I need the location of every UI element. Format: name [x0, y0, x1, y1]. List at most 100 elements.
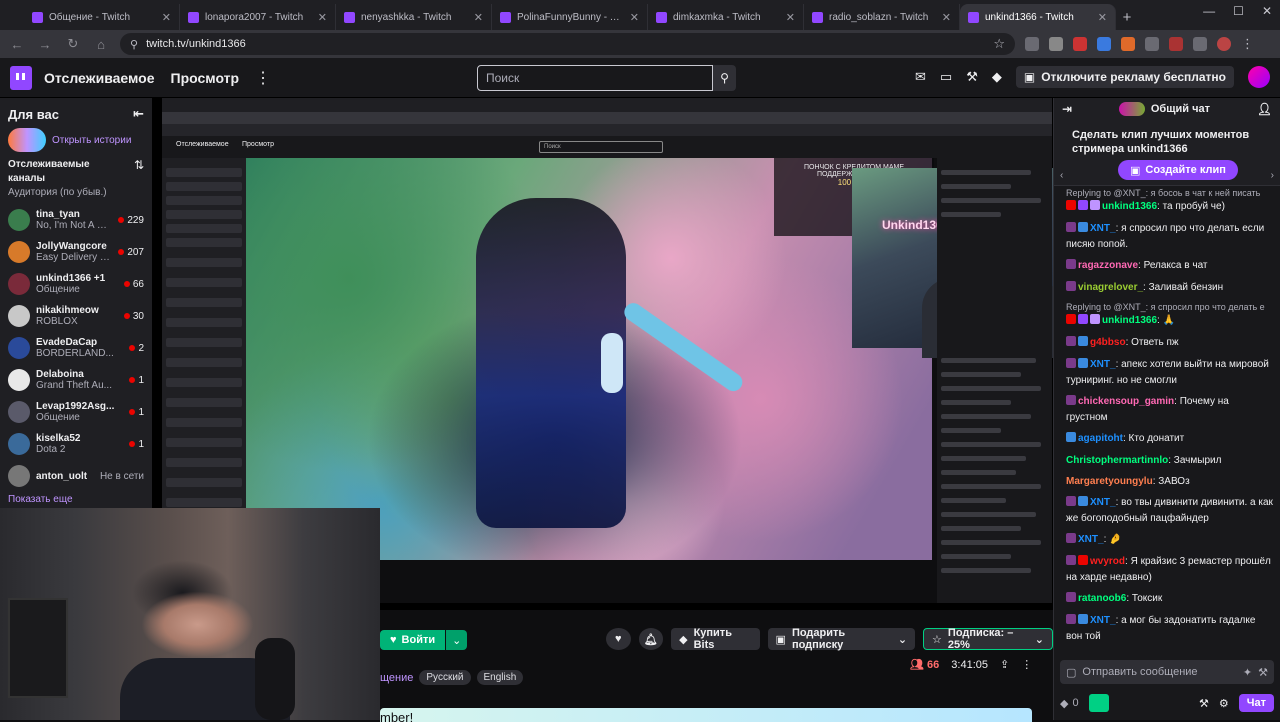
- chat-username[interactable]: agapitoht: [1078, 433, 1123, 444]
- close-tab-icon[interactable]: ✕: [162, 11, 171, 24]
- chat-username[interactable]: wvyrod: [1090, 556, 1125, 567]
- extension-icon[interactable]: [1049, 37, 1063, 51]
- sidebar-channel[interactable]: Levap1992Asg... Общение 1: [8, 396, 144, 428]
- chat-username[interactable]: unkind1366: [1102, 315, 1157, 326]
- extension-icon[interactable]: [1073, 37, 1087, 51]
- sort-icon[interactable]: ⇅: [134, 158, 144, 172]
- bookmark-star-icon[interactable]: ☆: [993, 36, 1005, 52]
- follow-button[interactable]: ♥ Войти: [380, 630, 446, 650]
- address-bar[interactable]: ⚲ twitch.tv/unkind1366 ☆: [120, 33, 1015, 55]
- sidebar-channel-offline[interactable]: anton_uolt Не в сети: [8, 460, 144, 492]
- sidebar-channel[interactable]: Delaboina Grand Theft Au... 1: [8, 364, 144, 396]
- browser-tab[interactable]: Общение - Twitch ✕: [24, 4, 180, 30]
- twitch-logo-icon[interactable]: [10, 65, 32, 90]
- create-clip-button[interactable]: ▣ Создайте клип: [1118, 160, 1238, 180]
- chat-username[interactable]: chickensoup_gamin: [1078, 396, 1174, 407]
- sidebar-channel[interactable]: JollyWangcore Easy Delivery C... 207: [8, 236, 144, 268]
- site-info-icon[interactable]: ⚲: [130, 38, 138, 51]
- chat-username[interactable]: Margaretyoungylu: [1066, 476, 1153, 487]
- drops-icon[interactable]: ⚒: [966, 69, 978, 85]
- extension-icon[interactable]: [1169, 37, 1183, 51]
- maximize-icon[interactable]: ☐: [1233, 4, 1244, 18]
- stories-link[interactable]: Открыть истории: [8, 128, 144, 152]
- subscribe-button[interactable]: ☆ Подписка: –25% ⌄: [923, 627, 1053, 651]
- forward-icon[interactable]: →: [36, 37, 54, 52]
- chat-username[interactable]: XNT_: [1078, 534, 1104, 545]
- browser-tab[interactable]: unkind1366 - Twitch ✕: [960, 4, 1116, 30]
- extension-icon[interactable]: [1025, 37, 1039, 51]
- user-avatar[interactable]: [1248, 66, 1270, 88]
- ad-free-button[interactable]: ▣ Отключите рекламу бесплатно: [1015, 66, 1234, 88]
- extension-icon[interactable]: [1121, 37, 1135, 51]
- buy-bits-button[interactable]: ◆ Купить Bits: [671, 627, 760, 651]
- sidebar-channel[interactable]: nikakihmeow ROBLOX 30: [8, 300, 144, 332]
- chat-settings-gear-icon[interactable]: ⚙: [1219, 697, 1229, 710]
- close-tab-icon[interactable]: ✕: [1098, 11, 1107, 24]
- more-menu-icon[interactable]: ⋮: [255, 68, 271, 88]
- channel-points[interactable]: ◆ 0: [1060, 697, 1079, 710]
- sidebar-channel[interactable]: EvadeDaCap BORDERLAND... 2: [8, 332, 144, 364]
- chat-username[interactable]: XNT_: [1090, 615, 1116, 626]
- promo-next-icon[interactable]: ›: [1271, 170, 1274, 181]
- minimize-icon[interactable]: —: [1203, 4, 1215, 18]
- promo-prev-icon[interactable]: ‹: [1060, 170, 1063, 181]
- collapse-chat-icon[interactable]: ⇥: [1062, 102, 1072, 116]
- chat-username[interactable]: Christophermartinnlo: [1066, 455, 1168, 466]
- favorite-button[interactable]: ♥: [606, 628, 631, 650]
- chat-settings-icon[interactable]: ▢: [1066, 666, 1076, 679]
- back-icon[interactable]: ←: [8, 37, 26, 52]
- profile-icon[interactable]: [1217, 37, 1231, 51]
- chat-username[interactable]: ragazzonave: [1078, 260, 1138, 271]
- bits-cheer-icon[interactable]: ⚒: [1258, 666, 1268, 679]
- chat-username[interactable]: XNT_: [1090, 497, 1116, 508]
- stream-category[interactable]: щение: [380, 672, 413, 684]
- nav-browse[interactable]: Просмотр: [171, 70, 240, 86]
- chat-username[interactable]: unkind1366: [1102, 201, 1157, 212]
- close-tab-icon[interactable]: ✕: [474, 11, 483, 24]
- community-icon[interactable]: 👤︎: [1257, 102, 1272, 116]
- close-tab-icon[interactable]: ✕: [630, 11, 639, 24]
- browser-tab[interactable]: PolinaFunnyBunny - Twitch ✕: [492, 4, 648, 30]
- follow-dropdown-button[interactable]: ⌄: [445, 630, 468, 650]
- close-tab-icon[interactable]: ✕: [786, 11, 795, 24]
- chat-input[interactable]: ▢ Отправить сообщение ✦ ⚒: [1060, 660, 1274, 684]
- notifications-button[interactable]: 🔔︎: [638, 628, 664, 650]
- gift-sub-button[interactable]: ▣ Подарить подписку ⌄: [767, 627, 916, 651]
- close-tab-icon[interactable]: ✕: [318, 11, 327, 24]
- browser-tab[interactable]: nenyashkka - Twitch ✕: [336, 4, 492, 30]
- extension-icon[interactable]: [1097, 37, 1111, 51]
- more-options-icon[interactable]: ⋮: [1021, 658, 1032, 671]
- chat-username[interactable]: XNT_: [1090, 223, 1116, 234]
- chat-send-button[interactable]: Чат: [1238, 694, 1274, 712]
- home-icon[interactable]: ⌂: [92, 37, 110, 52]
- search-input[interactable]: [477, 65, 713, 91]
- emote-picker-icon[interactable]: ✦: [1243, 666, 1252, 679]
- whispers-icon[interactable]: ▭: [940, 69, 952, 85]
- browser-menu-icon[interactable]: ⋮: [1241, 36, 1254, 52]
- prime-crown-icon[interactable]: ◆: [992, 69, 1002, 85]
- browser-tab[interactable]: lonapora2007 - Twitch ✕: [180, 4, 336, 30]
- reload-icon[interactable]: ↻: [64, 36, 82, 52]
- new-tab-button[interactable]: +: [1116, 4, 1138, 30]
- extension-icon[interactable]: [1145, 37, 1159, 51]
- chat-username[interactable]: g4bbso: [1090, 337, 1126, 348]
- puzzle-icon[interactable]: [1193, 37, 1207, 51]
- inbox-icon[interactable]: ✉: [915, 69, 926, 85]
- close-window-icon[interactable]: ✕: [1262, 4, 1272, 18]
- close-tab-icon[interactable]: ✕: [942, 11, 951, 24]
- collapse-sidebar-icon[interactable]: ⇤: [133, 106, 144, 122]
- sidebar-channel[interactable]: kiselka52 Dota 2 1: [8, 428, 144, 460]
- share-icon[interactable]: ⇪: [1000, 658, 1009, 671]
- drops-icon[interactable]: ⚒: [1199, 697, 1209, 710]
- search-button[interactable]: ⚲: [713, 65, 736, 91]
- browser-tab[interactable]: radio_soblazn - Twitch ✕: [804, 4, 960, 30]
- chat-username[interactable]: vinagrelover_: [1078, 282, 1143, 293]
- show-more-link[interactable]: Показать еще: [8, 494, 144, 505]
- gift-icon[interactable]: [1088, 694, 1109, 712]
- sidebar-channel[interactable]: unkind1366 +1 Общение 66: [8, 268, 144, 300]
- chat-username[interactable]: ratanoob6: [1078, 593, 1126, 604]
- sidebar-channel[interactable]: tina_tyan No, I'm Not A H... 229: [8, 204, 144, 236]
- browser-tab[interactable]: dimkaxmka - Twitch ✕: [648, 4, 804, 30]
- nav-following[interactable]: Отслеживаемое: [44, 70, 155, 86]
- tag-russian[interactable]: Русский: [419, 670, 471, 685]
